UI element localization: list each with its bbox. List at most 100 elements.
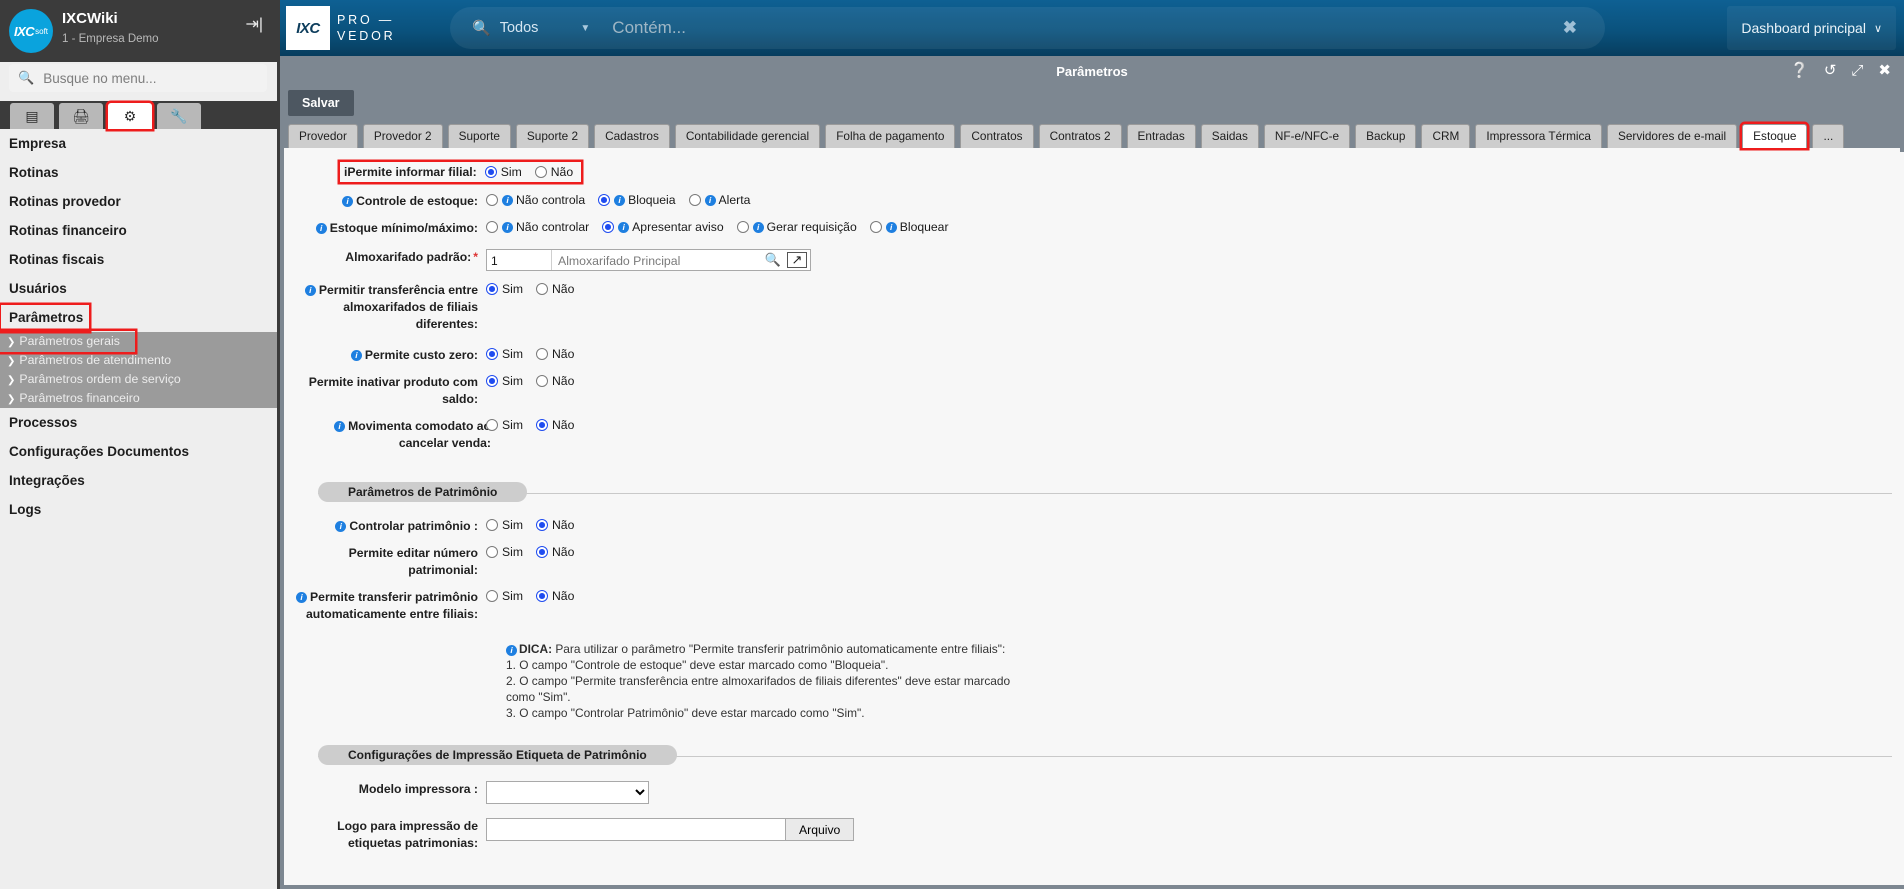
- radio-label: Sim: [502, 418, 523, 432]
- radio-indicator: [486, 221, 498, 233]
- radio-option-sim[interactable]: Sim: [486, 347, 523, 361]
- radio-option-nao[interactable]: Não: [536, 347, 574, 361]
- logo-file-input[interactable]: [486, 818, 786, 841]
- info-icon[interactable]: i: [885, 221, 897, 233]
- expand-icon[interactable]: ⤢: [1851, 63, 1863, 78]
- radio-option-sim[interactable]: Sim: [484, 165, 522, 179]
- info-icon[interactable]: i: [618, 221, 630, 233]
- info-icon[interactable]: i: [752, 221, 764, 233]
- radio-indicator: [536, 375, 548, 387]
- chevron-right-icon: ❯: [7, 375, 16, 386]
- radio-option-nao[interactable]: Não: [534, 165, 573, 179]
- almoxarifado-lookup[interactable]: 1 Almoxarifado Principal 🔍 ↗: [486, 249, 811, 271]
- search-scope-label[interactable]: Todos: [500, 20, 539, 36]
- radio-option-apresentar-aviso[interactable]: i Apresentar aviso: [602, 220, 724, 234]
- radio-option-alerta[interactable]: i Alerta: [688, 193, 750, 207]
- radio-option-sim[interactable]: Sim: [486, 418, 523, 432]
- tab-estoque[interactable]: Estoque: [1742, 124, 1808, 148]
- sidebar-tab-list[interactable]: ▤: [10, 103, 54, 129]
- radio-option-gerar-requisicao[interactable]: i Gerar requisição: [736, 220, 857, 234]
- sidebar-item-empresa[interactable]: Empresa: [0, 129, 277, 158]
- tab-suporte-2[interactable]: Suporte 2: [515, 124, 590, 148]
- sidebar-item-rotinas-provedor[interactable]: Rotinas provedor: [0, 187, 277, 216]
- radio-option-nao-controla[interactable]: i Não controla: [486, 193, 585, 207]
- radio-option-nao[interactable]: Não: [536, 589, 574, 603]
- radio-option-nao[interactable]: Não: [536, 418, 574, 432]
- info-icon[interactable]: i: [704, 194, 716, 206]
- menu-search-input[interactable]: 🔍 Busque no menu...: [9, 64, 267, 92]
- history-icon[interactable]: ↺: [1824, 63, 1837, 78]
- tab-impressora-termica[interactable]: Impressora Térmica: [1475, 124, 1602, 148]
- sidebar-item-rotinas[interactable]: Rotinas: [0, 158, 277, 187]
- sidebar-item-rotinas-fiscais[interactable]: Rotinas fiscais: [0, 245, 277, 274]
- search-icon[interactable]: 🔍: [759, 250, 787, 270]
- save-button[interactable]: Salvar: [288, 90, 354, 116]
- sidebar-item-parametros[interactable]: Parâmetros: [1, 305, 89, 331]
- sidebar-subitem-parametros-gerais[interactable]: ❯ Parâmetros gerais: [0, 332, 277, 351]
- radio-option-bloqueia[interactable]: i Bloqueia: [598, 193, 676, 207]
- tab-cadastros[interactable]: Cadastros: [594, 124, 670, 148]
- tab-more[interactable]: ...: [1812, 124, 1845, 148]
- tab-provedor[interactable]: Provedor: [288, 124, 358, 148]
- info-icon[interactable]: i: [502, 194, 513, 206]
- radio-label: Sim: [502, 282, 523, 296]
- sidebar-item-configuracoes-documentos[interactable]: Configurações Documentos: [0, 437, 277, 466]
- sidebar-subitem-parametros-atendimento[interactable]: ❯ Parâmetros de atendimento: [0, 351, 277, 370]
- sidebar-item-logs[interactable]: Logs: [0, 495, 277, 524]
- tab-provedor-2[interactable]: Provedor 2: [362, 124, 443, 148]
- info-icon[interactable]: i: [296, 592, 308, 603]
- radio-option-sim[interactable]: Sim: [486, 282, 523, 296]
- close-icon[interactable]: ✖: [1878, 63, 1891, 78]
- info-icon[interactable]: i: [304, 285, 316, 296]
- printer-model-select[interactable]: [486, 781, 649, 804]
- info-icon[interactable]: i: [350, 350, 362, 361]
- radio-option-nao[interactable]: Não: [536, 518, 574, 532]
- radio-option-nao[interactable]: Não: [536, 545, 574, 559]
- info-icon[interactable]: i: [614, 194, 626, 206]
- clear-search-icon[interactable]: ✖: [1563, 18, 1577, 38]
- sidebar-item-usuarios[interactable]: Usuários: [0, 274, 277, 303]
- tab-saidas[interactable]: Saidas: [1200, 124, 1259, 148]
- radio-option-bloquear[interactable]: i Bloquear: [869, 220, 949, 234]
- info-icon[interactable]: i: [502, 221, 513, 233]
- sidebar-item-processos[interactable]: Processos: [0, 408, 277, 437]
- open-external-icon[interactable]: ↗: [787, 252, 807, 268]
- help-icon[interactable]: ❔: [1790, 63, 1809, 78]
- sidebar-subitem-parametros-financeiro[interactable]: ❯ Parâmetros financeiro: [0, 389, 277, 408]
- sidebar-tab-gears[interactable]: ⚙: [108, 103, 152, 129]
- radio-indicator: [486, 348, 498, 360]
- almoxarifado-id-input[interactable]: 1: [487, 250, 552, 270]
- tab-folha-de-pagamento[interactable]: Folha de pagamento: [825, 124, 956, 148]
- dashboard-selector[interactable]: Dashboard principal ∨: [1727, 6, 1896, 50]
- sidebar-item-rotinas-financeiro[interactable]: Rotinas financeiro: [0, 216, 277, 245]
- radio-option-sim[interactable]: Sim: [486, 589, 523, 603]
- tab-contabilidade-gerencial[interactable]: Contabilidade gerencial: [674, 124, 821, 148]
- tab-backup[interactable]: Backup: [1355, 124, 1417, 148]
- radio-option-nao-controlar[interactable]: i Não controlar: [486, 220, 589, 234]
- tab-contratos[interactable]: Contratos: [960, 124, 1034, 148]
- sidebar-subitem-parametros-ordem-servico[interactable]: ❯ Parâmetros ordem de serviço: [0, 370, 277, 389]
- radio-option-sim[interactable]: Sim: [486, 545, 523, 559]
- info-icon[interactable]: i: [315, 223, 327, 234]
- tab-suporte[interactable]: Suporte: [447, 124, 511, 148]
- radio-option-sim[interactable]: Sim: [486, 518, 523, 532]
- logo-file-browse-button[interactable]: Arquivo: [786, 818, 855, 841]
- global-search-bar[interactable]: 🔍 Todos ▼ Contém... ✖: [450, 7, 1605, 49]
- radio-option-nao[interactable]: Não: [536, 374, 574, 388]
- logout-icon[interactable]: ⇥|: [245, 14, 263, 34]
- tab-entradas[interactable]: Entradas: [1126, 124, 1196, 148]
- tab-servidores-de-email[interactable]: Servidores de e-mail: [1606, 124, 1738, 148]
- tab-nfe-nfce[interactable]: NF-e/NFC-e: [1263, 124, 1351, 148]
- sidebar-item-integracoes[interactable]: Integrações: [0, 466, 277, 495]
- info-icon[interactable]: i: [342, 196, 354, 207]
- sidebar-tab-wrench[interactable]: 🔧: [157, 103, 201, 129]
- tab-crm[interactable]: CRM: [1421, 124, 1471, 148]
- info-icon[interactable]: i: [335, 521, 347, 532]
- sidebar-tab-print[interactable]: 🖨: [59, 103, 103, 129]
- window-scrollbar[interactable]: [1900, 152, 1904, 885]
- radio-option-nao[interactable]: Não: [536, 282, 574, 296]
- info-icon[interactable]: i: [334, 421, 346, 432]
- tab-contratos-2[interactable]: Contratos 2: [1038, 124, 1122, 148]
- radio-option-sim[interactable]: Sim: [486, 374, 523, 388]
- chevron-down-icon[interactable]: ▼: [580, 23, 590, 34]
